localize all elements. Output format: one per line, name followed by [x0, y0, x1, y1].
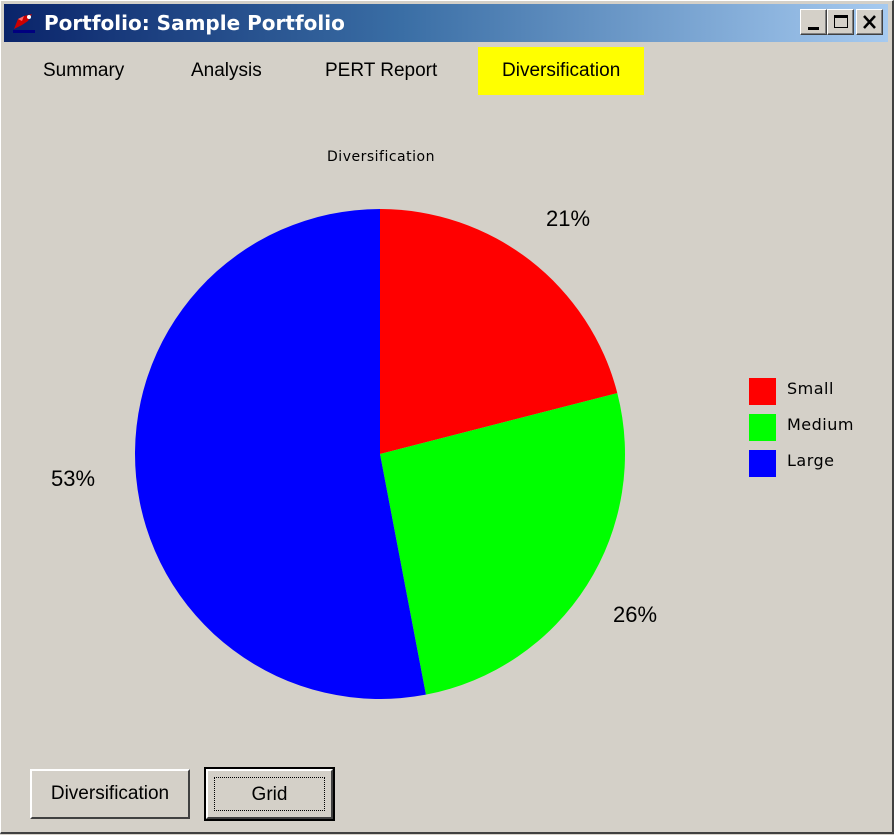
diversification-button[interactable]: Diversification: [30, 769, 190, 819]
legend-item-medium: Medium: [749, 411, 879, 447]
grid-button[interactable]: Grid: [204, 767, 335, 821]
legend-label-large: Large: [787, 451, 835, 470]
legend-label-medium: Medium: [787, 415, 854, 434]
legend-swatch-medium: [749, 414, 776, 441]
chart-legend: Small Medium Large: [749, 375, 879, 483]
slice-label-medium: 26%: [613, 602, 658, 627]
slice-label-small: 21%: [546, 206, 591, 231]
legend-item-small: Small: [749, 375, 879, 411]
legend-label-small: Small: [787, 379, 834, 398]
grid-button-label: Grid: [214, 777, 325, 811]
legend-swatch-large: [749, 450, 776, 477]
legend-swatch-small: [749, 378, 776, 405]
portfolio-window: Portfolio: Sample Portfolio Summary Anal…: [0, 0, 894, 834]
legend-item-large: Large: [749, 447, 879, 483]
slice-label-large: 53%: [51, 466, 96, 491]
